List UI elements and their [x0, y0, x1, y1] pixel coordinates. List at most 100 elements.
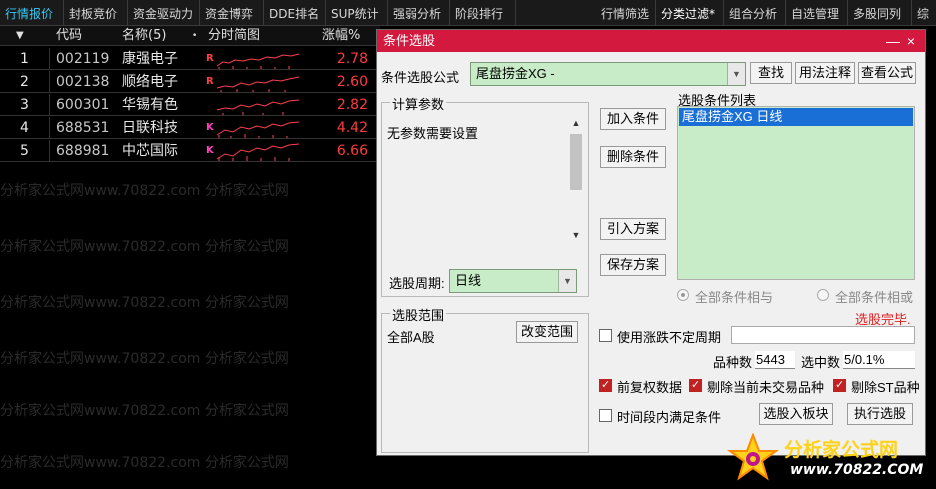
table-row[interactable]: 3 600301 华锡有色 2.82: [0, 94, 380, 116]
row-number: 1: [0, 48, 50, 70]
minimize-icon[interactable]: —: [885, 30, 901, 52]
scroll-up-icon[interactable]: ▲: [568, 116, 584, 130]
period-label: 选股周期:: [389, 276, 445, 291]
table-row[interactable]: 2 002138 顺络电子 R 2.60: [0, 71, 380, 93]
usage-notes-button[interactable]: 用法注释: [795, 62, 855, 84]
remove-st-checkbox[interactable]: [833, 378, 846, 392]
table-row[interactable]: 5 688981 中芯国际 K 6.66: [0, 140, 380, 162]
stock-code: 002138: [56, 74, 110, 90]
tab-multi-stock[interactable]: 多股同列: [848, 0, 912, 26]
period-select[interactable]: 日线 ▼: [449, 269, 577, 293]
to-block-button[interactable]: 选股入板块: [759, 403, 833, 425]
watermark-text: 分析家公式网www.70822.com 分析家公式网: [0, 239, 289, 255]
params-group-title: 计算参数: [390, 94, 447, 113]
radio-and[interactable]: [677, 289, 689, 301]
change-percent: 2.60: [336, 74, 368, 90]
tab-more[interactable]: 综: [912, 0, 936, 26]
intraday-sparkline: [216, 121, 300, 138]
tab-watchlist[interactable]: 自选管理: [786, 0, 848, 26]
selected-field: 5/0.1%: [843, 351, 915, 369]
range-group-title: 选股范围: [390, 305, 447, 324]
row-number: 5: [0, 140, 50, 162]
header-pct[interactable]: 涨幅%: [322, 26, 360, 46]
tab-market-quotes[interactable]: 行情报价: [0, 0, 64, 26]
find-button[interactable]: 查找: [750, 62, 792, 84]
remove-no-trade-checkbox[interactable]: [689, 378, 702, 392]
tab-fund-drive[interactable]: 资金驱动力: [128, 0, 200, 26]
view-formula-button[interactable]: 查看公式: [858, 62, 916, 84]
change-percent: 2.82: [336, 97, 368, 113]
delete-condition-button[interactable]: 删除条件: [600, 146, 666, 168]
forward-adjust-label: 前复权数据: [617, 380, 683, 395]
chevron-down-icon[interactable]: ▼: [727, 63, 745, 85]
stock-name: 顺络电子: [122, 74, 178, 90]
change-range-button[interactable]: 改变范围: [516, 321, 578, 343]
watermark-text: 分析家公式网www.70822.com 分析家公式网: [0, 295, 289, 311]
header-code[interactable]: 代码: [56, 26, 82, 46]
table-row[interactable]: 1 002119 康强电子 R 2.78: [0, 48, 380, 70]
remove-st-label: 剔除ST品种: [851, 380, 920, 395]
change-percent: 4.42: [336, 120, 368, 136]
formula-label: 条件选股公式: [381, 70, 460, 85]
tab-dde-rank[interactable]: DDE排名: [264, 0, 326, 26]
watermark-text: 分析家公式网www.70822.com 分析家公式网: [0, 351, 289, 367]
selected-label: 选中数: [801, 355, 841, 370]
row-number: 4: [0, 117, 50, 139]
table-row[interactable]: 4 688531 日联科技 K 4.42: [0, 117, 380, 139]
tab-quote-filter[interactable]: 行情筛选: [596, 0, 656, 26]
period-value: 日线: [455, 273, 482, 288]
row-number: 3: [0, 94, 50, 116]
header-name[interactable]: 名称(5): [122, 26, 166, 46]
use-period-checkbox[interactable]: [599, 329, 612, 342]
time-range-label: 时间段内满足条件: [617, 410, 722, 425]
intraday-sparkline: [216, 76, 300, 92]
count-field: 5443: [755, 351, 795, 369]
radio-or-label: 全部条件相或: [835, 290, 914, 305]
remove-no-trade-label: 剔除当前未交易品种: [707, 380, 825, 395]
tab-fund-game[interactable]: 资金博弈: [200, 0, 264, 26]
intraday-sparkline: [216, 143, 300, 161]
condition-list[interactable]: 尾盘捞金XG 日线: [677, 106, 915, 280]
watermark-text: 分析家公式网www.70822.com 分析家公式网: [0, 403, 289, 419]
list-item[interactable]: 尾盘捞金XG 日线: [679, 108, 913, 126]
formula-select[interactable]: 尾盘捞金XG - ▼: [470, 62, 746, 86]
execute-button[interactable]: 执行选股: [847, 403, 913, 425]
scroll-thumb[interactable]: [570, 134, 582, 190]
tab-category-filter[interactable]: 分类过滤*: [656, 0, 724, 26]
time-range-checkbox[interactable]: [599, 409, 612, 422]
logo-text: 分析家公式网: [784, 439, 899, 461]
params-text: 无参数需要设置: [387, 126, 479, 141]
stock-name: 康强电子: [122, 51, 178, 67]
tab-strength-analysis[interactable]: 强弱分析: [388, 0, 450, 26]
stock-code: 688981: [56, 143, 110, 159]
add-condition-button[interactable]: 加入条件: [600, 108, 666, 130]
stock-name: 华锡有色: [122, 97, 178, 113]
table-header: ▼ 代码 名称(5) • 分时简图 涨幅%: [0, 26, 380, 46]
scroll-down-icon[interactable]: ▼: [568, 228, 584, 242]
save-plan-button[interactable]: 保存方案: [600, 254, 666, 276]
condition-select-dialog: 条件选股 — × 条件选股公式 尾盘捞金XG - ▼ 查找 用法注释 查看公式 …: [376, 29, 926, 456]
tab-sup-stats[interactable]: SUP统计: [326, 0, 388, 26]
tab-limit-bid[interactable]: 封板竞价: [64, 0, 128, 26]
header-chart[interactable]: 分时简图: [208, 26, 260, 46]
stock-code: 002119: [56, 51, 110, 67]
count-label: 品种数: [713, 355, 753, 370]
tab-combo-analysis[interactable]: 组合分析: [724, 0, 786, 26]
change-percent: 2.78: [336, 51, 368, 67]
radio-or[interactable]: [817, 289, 829, 301]
intraday-sparkline: [216, 99, 300, 115]
period-field[interactable]: [731, 326, 915, 344]
star-logo-icon: [726, 433, 780, 481]
chevron-down-icon[interactable]: ▼: [558, 270, 576, 292]
watermark-text: 分析家公式网www.70822.com 分析家公式网: [0, 455, 289, 471]
import-plan-button[interactable]: 引入方案: [600, 218, 666, 240]
sort-arrow-icon[interactable]: ▼: [16, 26, 24, 46]
forward-adjust-checkbox[interactable]: [599, 378, 612, 392]
intraday-sparkline: [216, 53, 300, 69]
close-icon[interactable]: ×: [903, 30, 919, 52]
stock-code: 688531: [56, 120, 110, 136]
change-percent: 6.66: [336, 143, 368, 159]
tab-stage-rank[interactable]: 阶段排行: [450, 0, 516, 26]
params-scrollbar[interactable]: ▲ ▼: [568, 116, 584, 242]
logo-url: www.70822.COM: [790, 462, 924, 478]
